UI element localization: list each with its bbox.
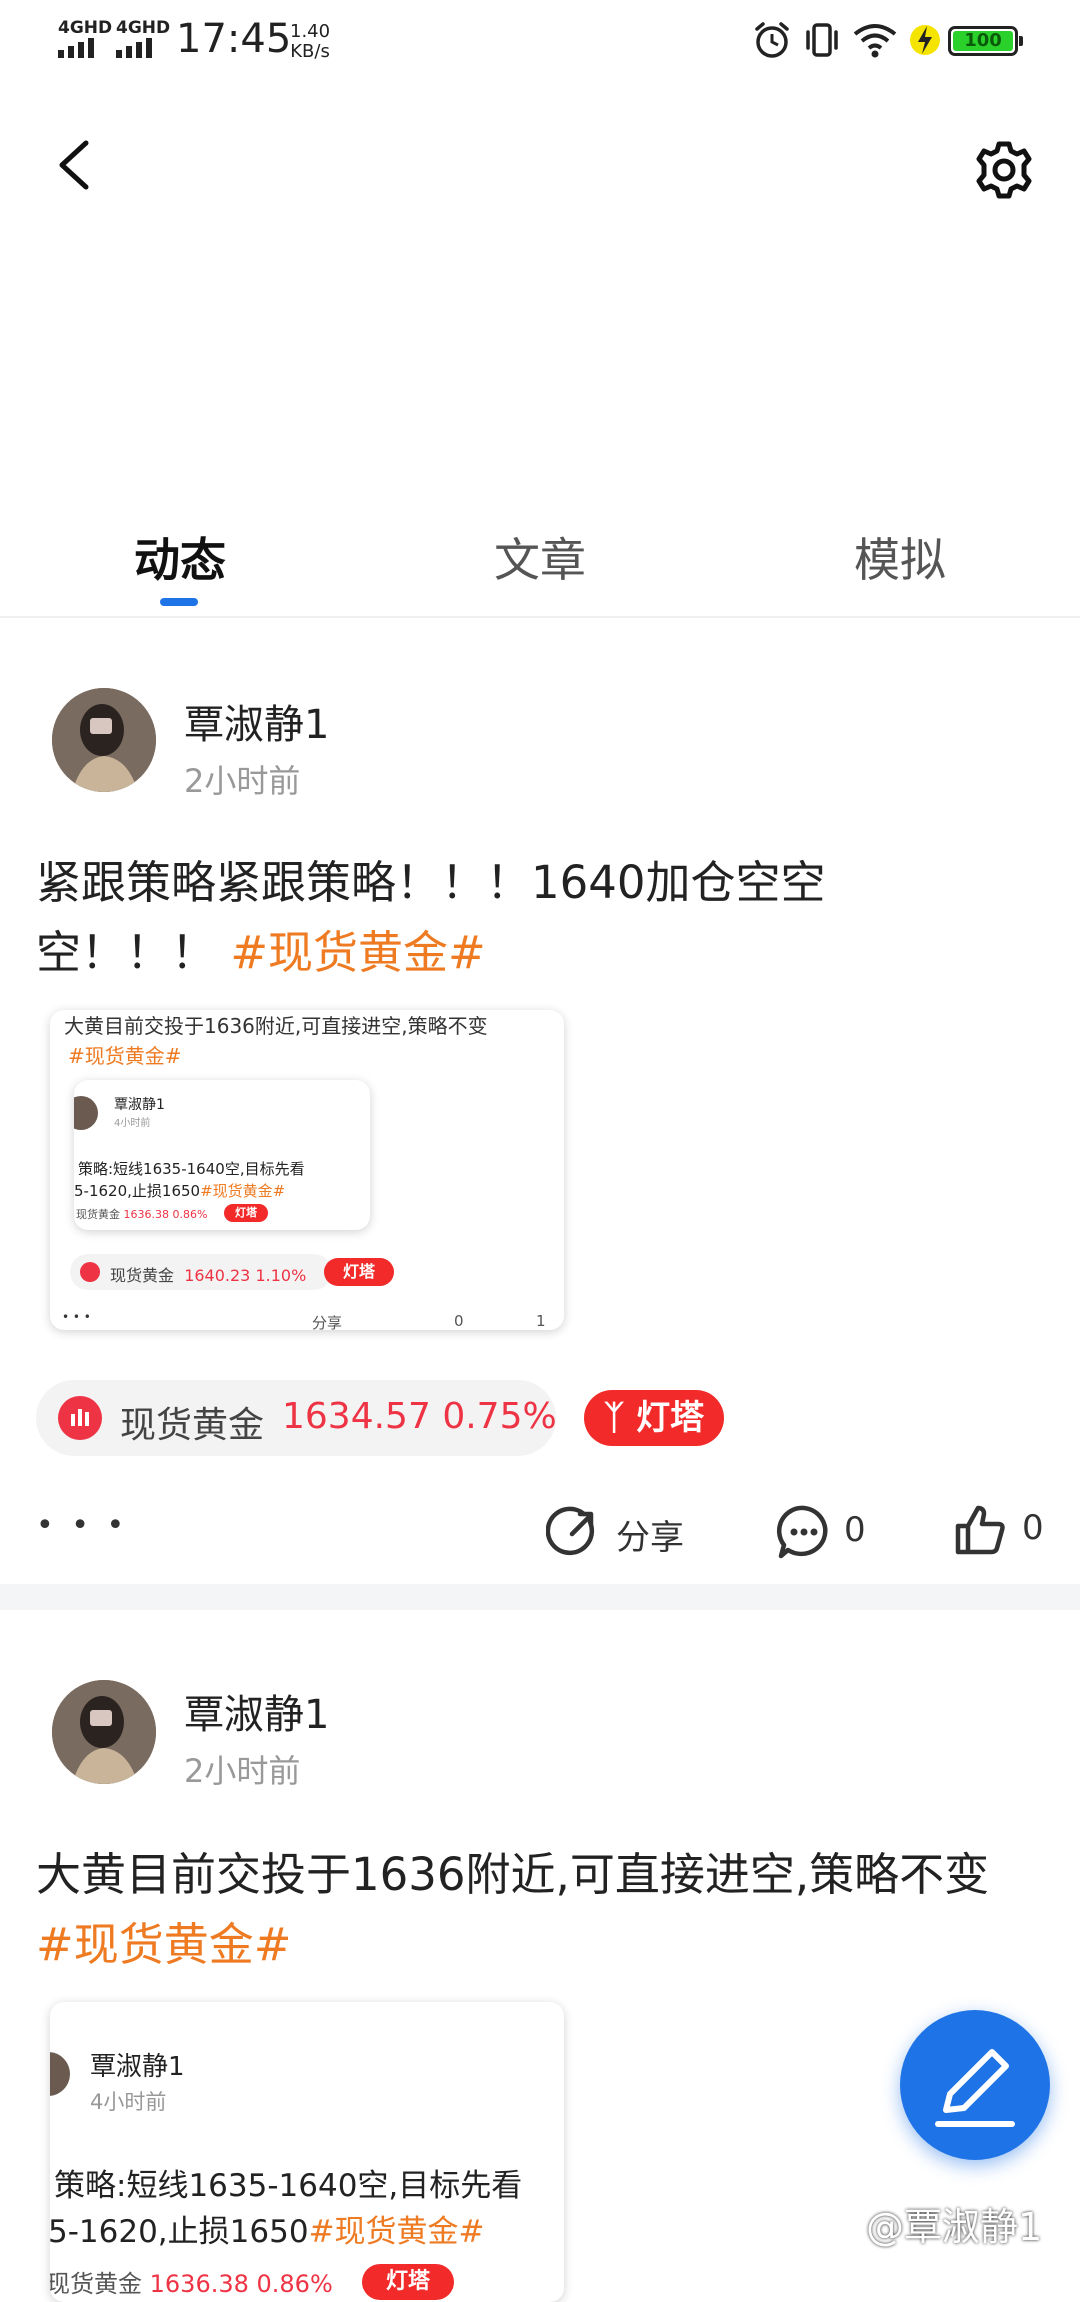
post-hashtag[interactable]: #现货黄金# bbox=[230, 926, 485, 979]
pencil-icon bbox=[935, 2049, 1015, 2127]
chevron-left-icon bbox=[59, 140, 89, 190]
signal-bars-2-icon bbox=[116, 38, 160, 62]
post-text-line-1: 紧跟策略紧跟策略！！！1640加仓空空 bbox=[36, 856, 826, 909]
embed-quote-text: 现货黄金 1640.23 1.10% bbox=[110, 1262, 306, 1286]
embed2-inner-quote-value: 1636.38 0.86% bbox=[149, 2270, 333, 2298]
post-divider bbox=[0, 1584, 1080, 1610]
embed-beacon: 灯塔 bbox=[324, 1258, 394, 1286]
vibrate-icon bbox=[802, 20, 842, 64]
post-text: 紧跟策略紧跟策略！！！1640加仓空空 空！！！ #现货黄金# bbox=[36, 848, 1046, 988]
post-author[interactable]: 覃淑静1 bbox=[184, 692, 329, 750]
embed-quote-name: 现货黄金 bbox=[110, 1266, 175, 1285]
thumbs-up-icon bbox=[955, 1505, 1005, 1555]
back-button[interactable] bbox=[50, 135, 100, 195]
embed-comments: 0 bbox=[454, 1312, 464, 1330]
embed-inner-text-2: 5-1620,止损1650#现货黄金# bbox=[74, 1180, 285, 1201]
like-count: 0 bbox=[1022, 1508, 1044, 1548]
share-label: 分享 bbox=[616, 1518, 684, 1558]
tab-wenzhang[interactable]: 文章 bbox=[488, 524, 592, 590]
embed2-inner-text-1: 策略:短线1635-1640空,目标先看 bbox=[54, 2168, 523, 2204]
tab-moni[interactable]: 模拟 bbox=[848, 524, 952, 590]
beacon-label: 灯塔 bbox=[636, 1398, 705, 1438]
embed2-inner-avatar bbox=[50, 2052, 70, 2096]
quote-chip[interactable]: 现货黄金 1634.57 0.75% bbox=[36, 1380, 557, 1456]
tab-divider bbox=[0, 616, 1080, 618]
embed-inner-card: 覃淑静1 4小时前 策略:短线1635-1640空,目标先看 5-1620,止损… bbox=[74, 1080, 370, 1230]
embed-inner-text-2-text: 5-1620,止损1650 bbox=[74, 1182, 201, 1200]
network-rate: 1.40 KB/s bbox=[290, 22, 330, 62]
watermark: @覃淑静1 bbox=[866, 2205, 1043, 2249]
quote-icon bbox=[58, 1396, 102, 1440]
avatar-photo bbox=[52, 688, 156, 792]
embed2-inner-beacon: 灯塔 bbox=[362, 2264, 454, 2300]
embed2-inner-time: 4小时前 bbox=[90, 2090, 167, 2114]
signal-bars-1-icon bbox=[58, 38, 102, 62]
gear-icon bbox=[976, 141, 1032, 199]
share-icon bbox=[546, 1506, 595, 1556]
embed-hashtag: #现货黄金# bbox=[68, 1044, 182, 1068]
embed-inner-author: 覃淑静1 bbox=[114, 1097, 165, 1113]
post-author-2[interactable]: 覃淑静1 bbox=[184, 1682, 329, 1740]
settings-button[interactable] bbox=[972, 138, 1036, 202]
more-button[interactable]: • • • bbox=[36, 1508, 128, 1543]
embed-quote-chip: 现货黄金 1640.23 1.10% bbox=[70, 1254, 332, 1290]
embed2-inner-quote: 现货黄金 1636.38 0.86% bbox=[50, 2264, 333, 2299]
embed-inner-quote-value: 1636.38 0.86% bbox=[123, 1208, 208, 1221]
embed2-inner-hashtag: #现货黄金# bbox=[308, 2214, 485, 2250]
like-button[interactable]: 0 bbox=[954, 1502, 1064, 1558]
embedded-screenshot[interactable]: 大黄目前交投于1636附近,可直接进空,策略不变 #现货黄金# 覃淑静1 4小时… bbox=[50, 1010, 564, 1330]
author-avatar-2[interactable] bbox=[52, 1680, 156, 1784]
tab-dongtai[interactable]: 动态 bbox=[128, 524, 232, 590]
embed-inner-beacon: 灯塔 bbox=[224, 1204, 268, 1222]
charging-icon bbox=[908, 20, 942, 64]
embed-more: • • • bbox=[62, 1310, 91, 1324]
network-rate-unit: KB/s bbox=[290, 41, 330, 62]
post-time: 2小时前 bbox=[184, 762, 301, 800]
compose-button[interactable] bbox=[900, 2010, 1050, 2160]
status-bar: 4GHD 4GHD 17:45 1.40 KB/s 100 bbox=[0, 0, 1080, 80]
post-time-2: 2小时前 bbox=[184, 1752, 301, 1790]
embed-inner-quote-name: 现货黄金 bbox=[76, 1208, 120, 1221]
embed-quote-value: 1640.23 1.10% bbox=[184, 1266, 307, 1285]
share-button[interactable]: 分享 bbox=[546, 1504, 726, 1560]
embed-likes: 1 bbox=[536, 1312, 546, 1330]
signal-label-2: 4GHD bbox=[116, 18, 171, 38]
embed-text: 大黄目前交投于1636附近,可直接进空,策略不变 bbox=[64, 1014, 488, 1038]
alarm-icon bbox=[752, 20, 792, 64]
signal-label-1: 4GHD bbox=[58, 18, 113, 38]
comment-icon bbox=[776, 1505, 828, 1559]
battery-level: 100 bbox=[953, 31, 1013, 51]
embedded-screenshot-2[interactable]: 覃淑静1 4小时前 策略:短线1635-1640空,目标先看 5-1620,止损… bbox=[50, 2002, 564, 2302]
embed-inner-avatar bbox=[74, 1096, 98, 1130]
post-text-line-2: 空！！！ #现货黄金# bbox=[36, 918, 1046, 988]
embed-inner-text-1: 策略:短线1635-1640空,目标先看 bbox=[78, 1160, 305, 1178]
post-hashtag-2[interactable]: #现货黄金# bbox=[36, 1910, 1046, 1980]
tab-indicator bbox=[160, 598, 198, 606]
battery-icon: 100 bbox=[948, 26, 1023, 56]
wifi-icon bbox=[852, 20, 898, 64]
embed-inner-time: 4小时前 bbox=[114, 1118, 151, 1129]
network-rate-value: 1.40 bbox=[290, 21, 331, 42]
post-text-line-2-text: 空！！！ bbox=[36, 926, 217, 979]
avatar-photo-2 bbox=[52, 1680, 156, 1784]
author-avatar[interactable] bbox=[52, 688, 156, 792]
quote-value: 1634.57 0.75% bbox=[282, 1396, 557, 1437]
embed2-inner-text-2: 5-1620,止损1650#现货黄金# bbox=[50, 2206, 485, 2251]
embed-share: 分享 bbox=[312, 1314, 343, 1330]
embed-inner-hashtag: #现货黄金# bbox=[200, 1182, 286, 1200]
embed-quote-icon bbox=[80, 1262, 100, 1282]
embed2-inner-author: 覃淑静1 bbox=[90, 2052, 185, 2082]
status-time: 17:45 bbox=[176, 16, 292, 62]
comment-count: 0 bbox=[844, 1510, 866, 1550]
beacon-badge[interactable]: ᛉ 灯塔 bbox=[584, 1390, 724, 1446]
beacon-icon: ᛉ bbox=[603, 1398, 625, 1438]
embed2-inner-quote-name: 现货黄金 bbox=[50, 2270, 142, 2298]
embed2-inner-text-2-text: 5-1620,止损1650 bbox=[50, 2214, 309, 2250]
post-text-2-line-1: 大黄目前交投于1636附近,可直接进空,策略不变 bbox=[36, 1848, 990, 1901]
post-text-2: 大黄目前交投于1636附近,可直接进空,策略不变 #现货黄金# bbox=[36, 1840, 1046, 1980]
quote-name: 现货黄金 bbox=[120, 1405, 265, 1446]
comment-button[interactable]: 0 bbox=[776, 1504, 896, 1560]
embed-inner-quote: 现货黄金 1636.38 0.86% bbox=[76, 1206, 207, 1222]
